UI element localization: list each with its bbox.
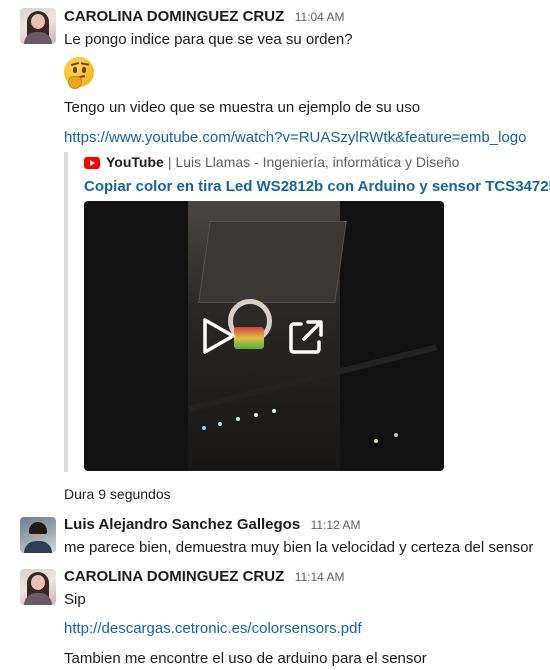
youtube-link[interactable]: https://www.youtube.com/watch?v=RUASzylR… — [64, 129, 526, 146]
attachment-source: YouTube | Luis Llamas - Ingeniería, inform… — [84, 154, 459, 170]
author-name[interactable]: CAROLINA DOMINGUEZ CRUZ — [64, 568, 284, 585]
link-unfurl-attachment: YouTube | Luis Llamas - Ingeniería, inform… — [64, 152, 550, 472]
separator: | — [167, 154, 172, 170]
service-name: YouTube — [106, 154, 164, 170]
author-name[interactable]: Luis Alejandro Sanchez Gallegos — [64, 516, 300, 533]
timestamp[interactable]: 11:04 AM — [295, 10, 345, 24]
message-header: CAROLINA DOMINGUEZ CRUZ 11:14 AM — [64, 568, 345, 586]
message-text: Tambien me encontre el uso de arduino pa… — [64, 650, 427, 667]
video-thumbnail[interactable] — [84, 201, 444, 471]
message-text: Le pongo indice para que se vea su orden… — [64, 31, 353, 48]
play-icon[interactable] — [198, 316, 238, 356]
video-title[interactable]: Copiar color en tira Led WS2812b con Ard… — [84, 178, 550, 195]
message-text: me parece bien, demuestra muy bien la ve… — [64, 539, 534, 556]
timestamp[interactable]: 11:14 AM — [295, 570, 345, 584]
avatar-luis[interactable] — [20, 517, 56, 553]
channel-name: Luis Llamas - Ingeniería, informática y … — [175, 154, 460, 170]
timestamp[interactable]: 11:12 AM — [311, 518, 361, 532]
author-name[interactable]: CAROLINA DOMINGUEZ CRUZ — [64, 8, 284, 25]
youtube-icon — [84, 157, 100, 169]
pdf-link[interactable]: http://descargas.cetronic.es/colorsensor… — [64, 620, 362, 637]
video-title-link[interactable]: Copiar color en tira Led WS2812b con Ard… — [84, 178, 550, 195]
message-header: Luis Alejandro Sanchez Gallegos 11:12 AM — [64, 516, 360, 534]
avatar-carolina[interactable] — [20, 569, 56, 605]
thinking-face-icon — [64, 57, 94, 89]
avatar-carolina[interactable] — [20, 8, 56, 44]
message-header: CAROLINA DOMINGUEZ CRUZ 11:04 AM — [64, 8, 345, 26]
video-duration: Dura 9 segundos — [64, 486, 171, 502]
open-external-icon[interactable] — [287, 318, 325, 356]
message-text: Sip — [64, 591, 86, 608]
message-text: Tengo un video que se muestra un ejemplo… — [64, 99, 421, 116]
